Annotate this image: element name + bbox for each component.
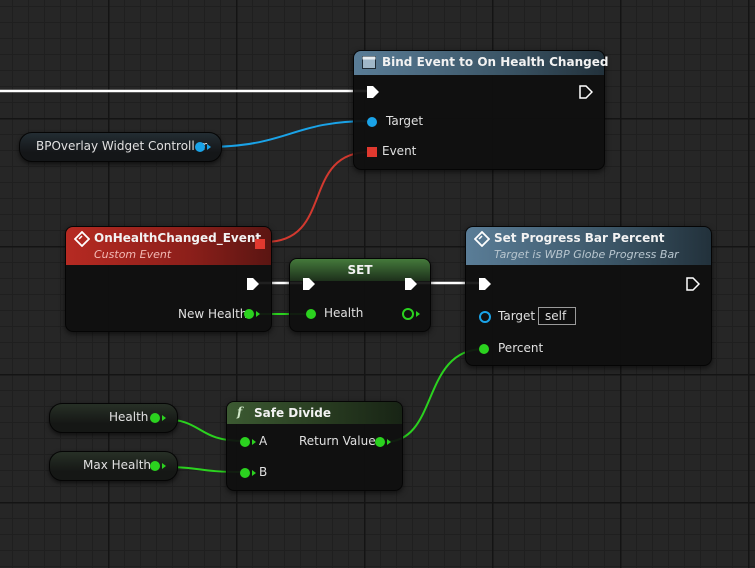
set-title: SET: [347, 263, 373, 277]
f-icon: f: [237, 405, 243, 419]
a-label: A: [259, 434, 268, 448]
set-health-label: Health: [324, 306, 364, 320]
pin-arrow-icon: [387, 439, 391, 445]
pin-arrow-icon: [207, 144, 211, 150]
target-pin-icon[interactable]: [367, 117, 377, 127]
exec-out-pin[interactable]: [404, 277, 418, 291]
bind-event-node[interactable]: Bind Event to On Health Changed Target E…: [353, 50, 608, 170]
health-changed-event-node[interactable]: OnHealthChanged_Event Custom Event New H…: [65, 226, 272, 332]
bind-event-title: Bind Event to On Health Changed: [382, 55, 609, 69]
target-default-field[interactable]: self: [538, 307, 576, 325]
new-health-label: New Health: [178, 307, 248, 321]
b-pin-icon[interactable]: [240, 468, 250, 478]
percent-label: Percent: [498, 341, 544, 355]
safe-divide-header: f Safe Divide: [227, 402, 402, 424]
health-variable-node[interactable]: Health: [49, 403, 178, 433]
function-diamond-icon: [474, 231, 490, 247]
health-changed-event-subtitle: Custom Event: [94, 248, 172, 261]
delegate-out-pin-icon[interactable]: [255, 239, 265, 249]
pin-arrow-icon: [416, 311, 420, 317]
exec-in-pin[interactable]: [366, 85, 380, 99]
bind-event-header: Bind Event to On Health Changed: [354, 51, 608, 75]
return-value-pin-icon[interactable]: [375, 437, 385, 447]
controller-target-wire[interactable]: [203, 120, 371, 148]
health-changed-event-title: OnHealthChanged_Event: [94, 231, 262, 245]
max-health-variable-label: Max Health: [83, 458, 152, 472]
event-diamond-icon: [74, 231, 90, 247]
exec-in-pin[interactable]: [478, 277, 492, 291]
pin-arrow-icon: [252, 439, 256, 445]
set-node[interactable]: SET Health: [289, 258, 431, 332]
health-variable-label: Health: [109, 410, 149, 424]
delegate-pin-icon[interactable]: [367, 147, 377, 157]
return-value-label: Return Value: [299, 434, 376, 448]
pin-arrow-icon: [162, 463, 166, 469]
safe-divide-node[interactable]: f Safe Divide A Return Value B: [226, 401, 403, 491]
progress-target-pin-icon[interactable]: [479, 311, 491, 323]
pin-arrow-icon: [252, 470, 256, 476]
health-changed-event-header: OnHealthChanged_Event Custom Event: [66, 227, 271, 265]
max-health-variable-node[interactable]: Max Health: [49, 451, 178, 481]
percent-pin-icon[interactable]: [479, 344, 489, 354]
a-pin-icon[interactable]: [240, 437, 250, 447]
exec-in-pin[interactable]: [302, 277, 316, 291]
safe-divide-title: Safe Divide: [254, 406, 332, 420]
set-health-in-pin-icon[interactable]: [306, 309, 316, 319]
pin-arrow-icon: [162, 415, 166, 421]
function-icon: [362, 56, 376, 69]
bind-event-target-label: Target: [386, 114, 424, 128]
max-health-out-pin-icon[interactable]: [150, 461, 160, 471]
object-pin-icon[interactable]: [195, 142, 205, 152]
new-health-pin-icon[interactable]: [244, 309, 254, 319]
progress-target-label: Target: [498, 309, 536, 323]
exec-out-pin[interactable]: [579, 85, 593, 99]
set-progress-bar-subtitle: Target is WBP Globe Progress Bar: [494, 248, 679, 261]
exec-out-pin[interactable]: [686, 277, 700, 291]
bind-event-event-label: Event: [382, 144, 417, 158]
set-health-out-pin-icon[interactable]: [402, 308, 414, 320]
set-progress-bar-title: Set Progress Bar Percent: [494, 231, 665, 245]
controller-variable-label: BPOverlay Widget Controller: [36, 139, 208, 153]
b-label: B: [259, 465, 268, 479]
controller-variable-node[interactable]: BPOverlay Widget Controller: [19, 132, 222, 162]
set-progress-bar-header: Set Progress Bar Percent Target is WBP G…: [466, 227, 711, 265]
exec-out-pin[interactable]: [246, 277, 260, 291]
health-out-pin-icon[interactable]: [150, 413, 160, 423]
set-progress-bar-node[interactable]: Set Progress Bar Percent Target is WBP G…: [465, 226, 712, 366]
pin-arrow-icon: [256, 311, 260, 317]
